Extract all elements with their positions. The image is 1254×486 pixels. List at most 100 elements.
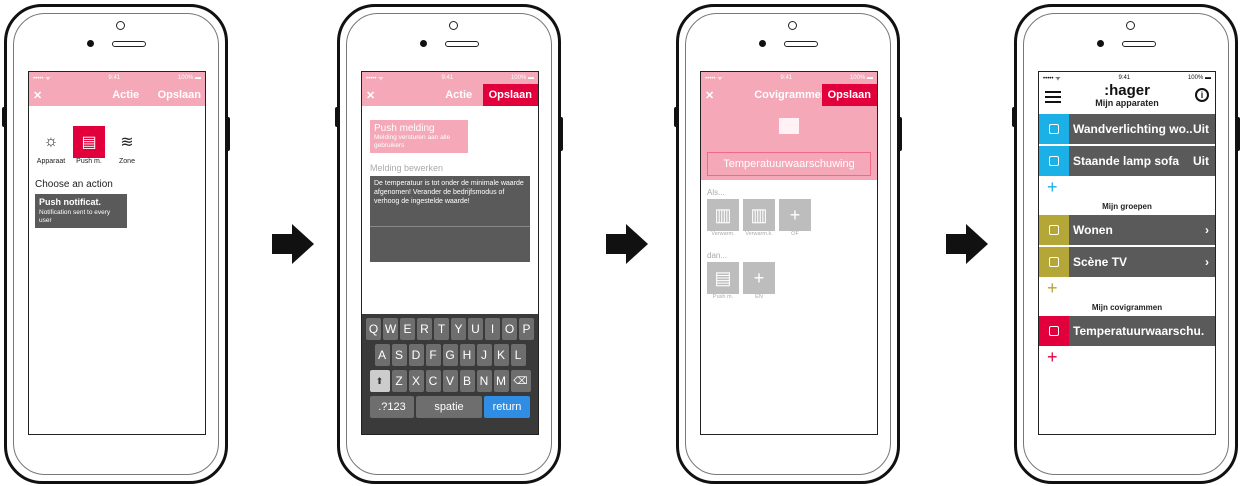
key-p[interactable]: P: [519, 318, 534, 340]
key-d[interactable]: D: [408, 344, 424, 366]
screen-action-picker: ••••• ᯤ 9:41 100% ▬ ✕ Actie Opslaan ☼ Ap…: [28, 71, 206, 435]
push-notification-card[interactable]: Push notificat. Notification sent to eve…: [35, 194, 127, 228]
key-a[interactable]: A: [374, 344, 390, 366]
key-m[interactable]: M: [493, 370, 509, 392]
group-row[interactable]: Scène TV ›: [1039, 247, 1215, 277]
device-row[interactable]: Staande lamp sofa Uit: [1039, 146, 1215, 176]
heat-icon: ≋: [120, 134, 134, 151]
key-o[interactable]: O: [502, 318, 517, 340]
speaker-icon: [445, 41, 479, 47]
device-row[interactable]: Wandverlichting wo.. Uit: [1039, 114, 1215, 144]
key-shift[interactable]: ⬆: [369, 370, 390, 392]
close-icon[interactable]: ✕: [33, 89, 42, 102]
tile-heating-k[interactable]: ▥ Verwarm.k.: [743, 199, 775, 237]
screen-home: ••••• ᯤ 9:41 100% ▬ :hager Mijn apparate…: [1038, 71, 1216, 435]
header: :hager Mijn apparaten i: [1039, 83, 1215, 114]
key-return[interactable]: return: [484, 396, 530, 418]
key-g[interactable]: G: [442, 344, 458, 366]
group-row[interactable]: Wonen ›: [1039, 215, 1215, 245]
page-title: Actie: [445, 89, 473, 101]
tile-or[interactable]: + OF: [779, 199, 811, 237]
key-j[interactable]: J: [476, 344, 492, 366]
signal-indicator: ••••• ᯤ: [705, 76, 723, 82]
status-bar: ••••• ᯤ 9:41 100% ▬: [362, 72, 538, 84]
key-x[interactable]: X: [408, 370, 424, 392]
tile-label: OF: [791, 231, 799, 237]
key-q[interactable]: Q: [366, 318, 381, 340]
edit-label: Melding bewerken: [370, 163, 444, 173]
key-s[interactable]: S: [391, 344, 407, 366]
keyboard: QWERTYUIOP ASDFGHJKL ⬆ Z X C V B N M ⌫ .?123 spa…: [362, 314, 538, 434]
choose-label: Choose an action: [35, 179, 113, 190]
phone-4: ••••• ᯤ 9:41 100% ▬ :hager Mijn apparate…: [1012, 4, 1240, 484]
signal-indicator: ••••• ᯤ: [366, 76, 384, 82]
save-button[interactable]: Opslaan: [482, 84, 538, 106]
key-f[interactable]: F: [425, 344, 441, 366]
phone-3: ••••• ᯤ 9:41 100% ▬ ✕ Covigrammen Opslaa…: [674, 4, 902, 484]
action-device[interactable]: ☼ Apparaat: [35, 126, 67, 165]
if-tiles: ▥ Verwarm. ▥ Verwarm.k. + OF: [707, 199, 871, 237]
action-zone[interactable]: ≋ Zone: [111, 126, 143, 165]
key-n[interactable]: N: [476, 370, 492, 392]
bulb-icon: ☼: [43, 133, 59, 150]
radiator-icon: ▥: [743, 199, 775, 231]
covigram-name-field[interactable]: Temperatuurwaarschuwing: [707, 152, 871, 176]
tile-heating[interactable]: ▥ Verwarm.: [707, 199, 739, 237]
message-icon: ▤: [707, 262, 739, 294]
info-icon[interactable]: i: [1195, 88, 1209, 102]
key-z[interactable]: Z: [391, 370, 407, 392]
screen-covigram: ••••• ᯤ 9:41 100% ▬ ✕ Covigrammen Opslaa…: [700, 71, 878, 435]
add-covigram-button[interactable]: +: [1047, 348, 1215, 366]
group-name: Scène TV: [1073, 255, 1128, 269]
then-label: dan...: [707, 251, 728, 260]
key-h[interactable]: H: [459, 344, 475, 366]
battery-indicator: 100% ▬: [849, 75, 873, 81]
covigram-icon: [779, 118, 799, 134]
tile-push[interactable]: ▤ Push m.: [707, 262, 739, 300]
add-device-button[interactable]: +: [1047, 178, 1215, 196]
key-space[interactable]: spatie: [416, 396, 482, 418]
group-icon: [1039, 215, 1069, 245]
push-card[interactable]: Push melding Melding versturen aan alle …: [370, 120, 468, 153]
side-button: [335, 107, 339, 127]
key-l[interactable]: L: [510, 344, 526, 366]
clock: 9:41: [108, 75, 121, 81]
key-w[interactable]: W: [383, 318, 398, 340]
key-k[interactable]: K: [493, 344, 509, 366]
key-t[interactable]: T: [434, 318, 449, 340]
tile-and[interactable]: + EN: [743, 262, 775, 300]
header-overlay: ••••• ᯤ 9:41 100% ▬ ✕ Actie Opslaan: [362, 72, 538, 106]
save-button[interactable]: Opslaan: [158, 89, 201, 101]
action-label: Zone: [119, 158, 135, 165]
key-c[interactable]: C: [425, 370, 441, 392]
radiator-icon: ▥: [707, 199, 739, 231]
side-button: [2, 107, 6, 127]
tile-label: Push m.: [712, 294, 734, 300]
close-icon[interactable]: ✕: [366, 89, 375, 102]
key-b[interactable]: B: [459, 370, 475, 392]
key-e[interactable]: E: [400, 318, 415, 340]
sensor-icon: [420, 40, 427, 47]
covigram-name: Temperatuurwaarschu.: [1073, 324, 1205, 338]
battery-indicator: 100% ▬: [177, 75, 201, 81]
add-group-button[interactable]: +: [1047, 279, 1215, 297]
key-u[interactable]: U: [468, 318, 483, 340]
close-icon[interactable]: ✕: [705, 89, 714, 102]
action-label: Apparaat: [36, 158, 66, 165]
battery-indicator: 100% ▬: [510, 75, 534, 81]
save-button[interactable]: Opslaan: [821, 84, 877, 106]
key-i[interactable]: I: [485, 318, 500, 340]
key-backspace[interactable]: ⌫: [510, 370, 531, 392]
message-textarea[interactable]: De temperatuur is tot onder de minimale …: [370, 176, 530, 262]
key-y[interactable]: Y: [451, 318, 466, 340]
action-push[interactable]: ▤ Push m.: [73, 126, 105, 165]
card-title: Push melding: [374, 123, 435, 134]
camera-icon: [1126, 21, 1135, 30]
device-icon: [1039, 146, 1069, 176]
menu-icon[interactable]: [1045, 88, 1061, 106]
key-numbers[interactable]: .?123: [370, 396, 414, 418]
key-r[interactable]: R: [417, 318, 432, 340]
key-v[interactable]: V: [442, 370, 458, 392]
covigram-row[interactable]: Temperatuurwaarschu.: [1039, 316, 1215, 346]
action-label: Push m.: [76, 158, 102, 165]
